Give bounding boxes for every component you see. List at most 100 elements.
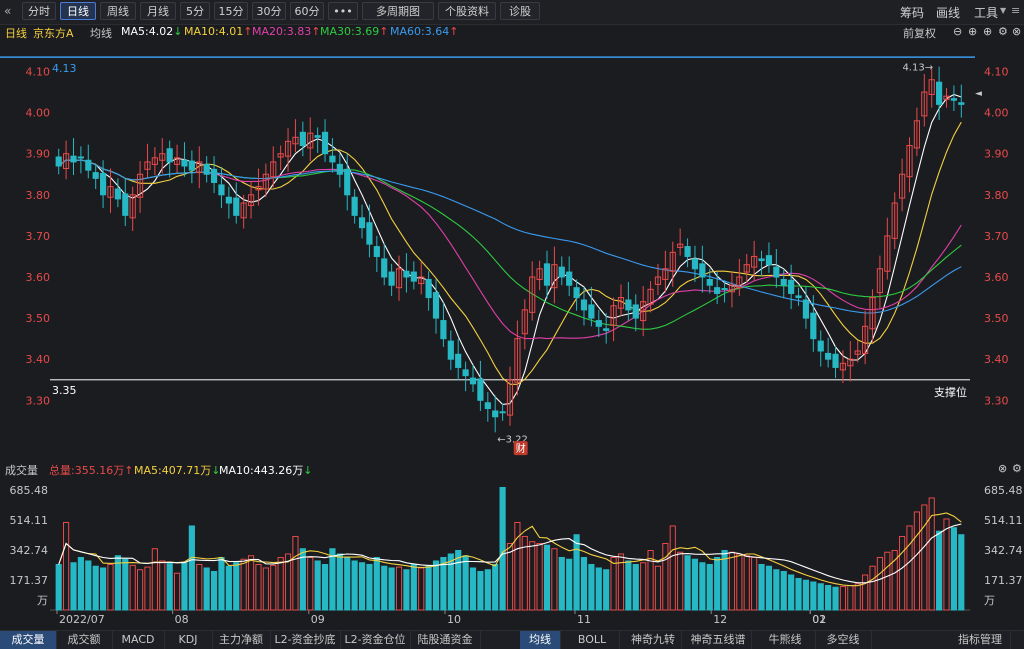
sub-settings-icon[interactable]: ⚙ <box>1012 462 1022 475</box>
close-icon[interactable]: ⊗ <box>1012 25 1021 38</box>
volume-bar <box>765 565 773 611</box>
tools-button[interactable]: 工具 <box>974 4 998 21</box>
ma60-value: MA60:3.64↑ <box>390 25 459 38</box>
volume-bar <box>728 551 736 611</box>
bottom-tab-14[interactable]: 指标管理 <box>950 631 1011 649</box>
volume-bar <box>950 527 957 611</box>
volume-bar <box>196 563 203 611</box>
candle-body <box>603 328 610 331</box>
volume-bar <box>654 565 662 611</box>
bottom-tab-2[interactable]: MACD <box>112 631 165 649</box>
bottom-tab-12[interactable]: 牛熊线 <box>755 631 816 649</box>
volume-bar <box>129 564 136 611</box>
volume-bar <box>181 562 188 611</box>
volume-bar <box>921 504 928 611</box>
volume-bar <box>373 556 380 611</box>
candle-body <box>499 411 506 414</box>
period-label: 日线 <box>5 27 27 40</box>
tab-10[interactable]: 个股资料 <box>438 2 496 20</box>
candle-body <box>462 369 469 377</box>
adjust-mode[interactable]: 前复权 <box>903 25 936 41</box>
plus-icon[interactable]: ⊕ <box>983 25 992 38</box>
ma20-line <box>58 159 962 340</box>
volume-bar <box>455 549 462 611</box>
tools-dropdown-icon[interactable]: ▼ <box>1000 6 1006 15</box>
minus-circle-icon[interactable]: ⊖ <box>953 25 962 38</box>
bottom-tab-6[interactable]: L2-资金仓位 <box>340 631 411 649</box>
tab-2[interactable]: 周线 <box>100 2 136 20</box>
tab-11[interactable]: 诊股 <box>500 2 540 20</box>
close-sub-icon[interactable]: ⊗ <box>998 462 1007 475</box>
volume-bar <box>440 556 447 611</box>
bottom-tab-4[interactable]: 主力净额 <box>212 631 271 649</box>
volume-bar <box>780 570 787 611</box>
stock-name[interactable]: 京东方A <box>33 25 74 41</box>
candle-body <box>373 246 380 257</box>
volume-bar <box>862 574 869 611</box>
candle-body <box>558 266 565 278</box>
candle-body <box>684 246 691 257</box>
bottom-tab-7[interactable]: 陆股通资金 <box>410 631 481 649</box>
volume-bar <box>558 556 565 611</box>
vol-tick-left: 685.48 <box>10 484 49 497</box>
bottom-tab-9[interactable]: BOLL <box>565 631 620 649</box>
volume-bar <box>492 563 499 611</box>
tab-4[interactable]: 5分 <box>180 2 210 20</box>
volume-bar <box>876 556 884 611</box>
avg-line-label[interactable]: 均线 <box>90 25 112 41</box>
tab-3[interactable]: 月线 <box>140 2 176 20</box>
volume-bar <box>122 558 129 611</box>
candlestick-chart[interactable]: 4.10 4.10 4.00 4.00 3.90 3.90 3.80 3.80 3.70 3.70… <box>0 42 1024 462</box>
volume-bar <box>884 551 891 611</box>
bottom-tab-3[interactable]: KDJ <box>164 631 213 649</box>
toolbar: « 分时 日线 周线 月线 5分 15分 30分 60分 ••• 多周期图 个股资料 诊股 筹码 画线… <box>0 0 1024 25</box>
candle-body <box>366 222 373 245</box>
y-tick-left: 3.80 <box>26 189 51 202</box>
chevron-left-icon[interactable]: « <box>4 4 11 18</box>
settings-gear-icon[interactable]: ⚙ <box>998 25 1008 38</box>
settings-icon[interactable]: ≡ <box>1011 4 1020 17</box>
tab-5[interactable]: 15分 <box>214 2 248 20</box>
chip-distribution-button[interactable]: 筹码 <box>900 4 924 21</box>
candle-body <box>92 172 99 179</box>
volume-bar <box>736 553 743 611</box>
volume-bar <box>699 562 706 611</box>
bottom-tab-1[interactable]: 成交额 <box>56 631 113 649</box>
candle-body <box>314 135 321 138</box>
y-tick-left: 4.00 <box>26 107 51 120</box>
volume-bar <box>832 586 839 611</box>
volume-bar <box>714 556 721 611</box>
bottom-tab-10[interactable]: 神奇九转 <box>625 631 682 649</box>
volume-bar <box>469 567 477 611</box>
bottom-tab-13[interactable]: 多空线 <box>815 631 872 649</box>
tab-1[interactable]: 日线 <box>60 2 96 20</box>
tab-0[interactable]: 分时 <box>22 2 56 20</box>
volume-bar <box>891 549 898 611</box>
draw-line-button[interactable]: 画线 <box>936 4 960 21</box>
bottom-tab-11[interactable]: 神奇五线谱 <box>685 631 752 649</box>
tab-6[interactable]: 30分 <box>252 2 286 20</box>
candle-body <box>114 188 121 200</box>
candle-body <box>802 299 810 319</box>
volume-bar <box>225 565 232 611</box>
volume-bar <box>292 535 299 611</box>
ma30-value: MA30:3.69↑ <box>320 25 389 38</box>
tab-7[interactable]: 60分 <box>290 2 324 20</box>
volume-bar <box>107 563 114 611</box>
volume-bar <box>684 555 691 611</box>
volume-bar <box>203 567 210 611</box>
bottom-tab-0[interactable]: 成交量 <box>0 631 57 649</box>
candle-body <box>122 193 129 216</box>
volume-chart[interactable]: 685.48 685.48 514.11 514.11 342.74 342.74 171.… <box>0 478 1024 628</box>
tab-9[interactable]: 多周期图 <box>362 2 434 20</box>
tab-8[interactable]: ••• <box>328 2 358 20</box>
bottom-tab-5[interactable]: L2-资金抄底 <box>270 631 341 649</box>
volume-bar <box>773 569 780 611</box>
volume-bar <box>262 567 269 611</box>
volume-bar <box>462 555 469 611</box>
bottom-tab-8[interactable]: 均线 <box>520 631 561 649</box>
candle-body <box>588 304 595 319</box>
volume-bar <box>63 521 70 611</box>
plus-circle-icon[interactable]: ⊕ <box>968 25 977 38</box>
volume-bar <box>114 555 121 611</box>
